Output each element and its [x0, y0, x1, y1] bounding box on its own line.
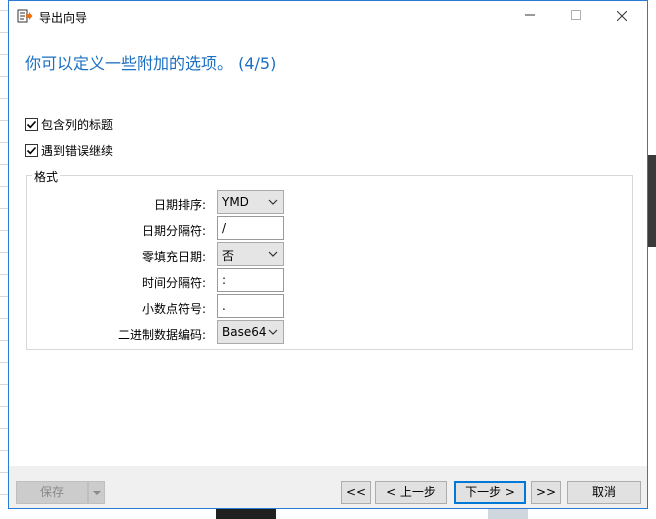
- maximize-icon: [571, 10, 581, 20]
- checkbox-box[interactable]: [25, 117, 38, 131]
- chevron-down-icon: [267, 247, 279, 261]
- continue-on-error-checkbox[interactable]: 遇到错误继续: [25, 142, 113, 158]
- date-order-select[interactable]: YMD: [217, 190, 284, 214]
- date-order-label: 日期排序:: [153, 198, 206, 212]
- time-separator-value: :: [222, 273, 227, 287]
- background-left-strip: [0, 0, 8, 519]
- background-right-strip: [648, 0, 656, 519]
- zero-pad-date-label: 零填充日期:: [141, 250, 206, 264]
- chevron-down-icon: [267, 325, 279, 339]
- minimize-icon: [525, 14, 535, 16]
- background-block: [488, 509, 528, 519]
- checkbox-label: 包含列的标题: [41, 117, 114, 132]
- binary-encoding-value: Base64: [222, 325, 267, 339]
- date-separator-input[interactable]: /: [217, 216, 284, 240]
- chevron-down-icon: [267, 195, 279, 209]
- close-icon: [616, 10, 628, 22]
- zero-pad-date-value: 否: [222, 249, 235, 263]
- checkmark-icon: [26, 146, 37, 154]
- title-bar: 导出向导: [9, 1, 647, 31]
- window-title: 导出向导: [39, 11, 88, 25]
- checkbox-box[interactable]: [25, 143, 38, 157]
- date-separator-value: /: [222, 221, 227, 235]
- decimal-symbol-input[interactable]: .: [217, 294, 284, 318]
- page-heading: 你可以定义一些附加的选项。 (4/5): [25, 54, 277, 73]
- first-step-button[interactable]: <<: [341, 481, 371, 504]
- checkbox-label: 遇到错误继续: [41, 143, 114, 158]
- date-separator-label: 日期分隔符:: [141, 224, 206, 238]
- export-app-icon: [17, 9, 33, 23]
- binary-encoding-label: 二进制数据编码:: [117, 328, 206, 342]
- next-step-button[interactable]: 下一步 >: [454, 481, 526, 504]
- date-order-value: YMD: [222, 195, 249, 209]
- prev-step-button[interactable]: < 上一步: [375, 481, 447, 504]
- minimize-button[interactable]: [507, 1, 553, 31]
- maximize-button[interactable]: [553, 1, 599, 31]
- background-block: [216, 509, 276, 519]
- export-wizard-window: 导出向导 你可以定义一些附加的选项。 (4/5) 包含列的标题 遇到错误继续 格…: [8, 0, 648, 509]
- format-group: [26, 175, 633, 350]
- binary-encoding-select[interactable]: Base64: [217, 320, 284, 344]
- background-bottom-strip: [0, 509, 656, 519]
- checkmark-icon: [26, 120, 37, 128]
- decimal-symbol-label: 小数点符号:: [141, 302, 206, 316]
- save-dropdown-button[interactable]: [88, 481, 105, 504]
- close-button[interactable]: [599, 1, 645, 31]
- include-column-titles-checkbox[interactable]: 包含列的标题: [25, 116, 113, 132]
- background-block: [648, 155, 656, 247]
- time-separator-input[interactable]: :: [217, 268, 284, 292]
- wizard-footer: 保存 << < 上一步 下一步 > >> 取消: [9, 466, 647, 508]
- cancel-button[interactable]: 取消: [567, 481, 641, 504]
- decimal-symbol-value: .: [222, 299, 226, 313]
- zero-pad-date-select[interactable]: 否: [217, 242, 284, 266]
- last-step-button[interactable]: >>: [531, 481, 561, 504]
- caret-down-icon: [92, 491, 101, 495]
- save-button[interactable]: 保存: [16, 481, 88, 504]
- time-separator-label: 时间分隔符:: [141, 276, 206, 290]
- format-group-label: 格式: [32, 168, 61, 185]
